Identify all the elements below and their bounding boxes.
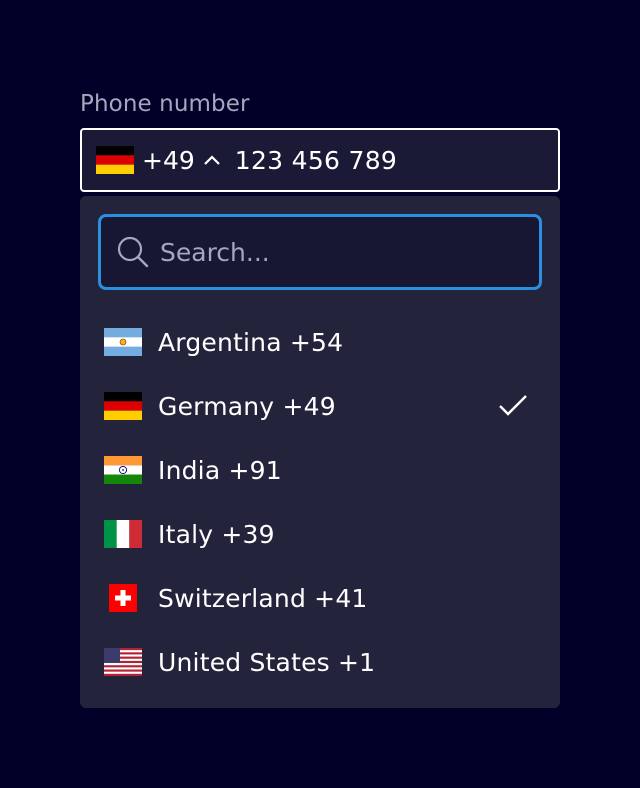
search-input[interactable] xyxy=(160,232,539,272)
search-icon xyxy=(116,235,150,269)
italy-flag xyxy=(104,520,142,548)
country-dropdown: Argentina +54 Germany +49 India +91 xyxy=(80,196,560,708)
country-option-label: United States +1 xyxy=(158,647,376,677)
country-option-united-states[interactable]: United States +1 xyxy=(80,630,560,694)
united-states-flag xyxy=(104,648,142,676)
argentina-flag xyxy=(104,328,142,356)
germany-flag xyxy=(104,392,142,420)
phone-number-input[interactable]: 123 456 789 xyxy=(235,146,397,175)
india-flag xyxy=(104,456,142,484)
germany-flag[interactable] xyxy=(96,146,134,174)
country-option-label: Switzerland +41 xyxy=(158,583,368,613)
phone-number-widget: Phone number +49 123 456 789 Argentina +… xyxy=(80,88,560,708)
phone-number-label: Phone number xyxy=(80,91,250,117)
country-option-label: Argentina +54 xyxy=(158,327,344,357)
search-box[interactable] xyxy=(98,214,542,290)
country-option-label: Italy +39 xyxy=(158,519,275,549)
switzerland-flag xyxy=(104,584,142,612)
country-option-label: India +91 xyxy=(158,455,282,485)
country-code-button[interactable]: +49 xyxy=(142,146,195,175)
country-option-label: Germany +49 xyxy=(158,391,336,421)
phone-number-field[interactable]: +49 123 456 789 xyxy=(80,128,560,192)
checkmark-icon xyxy=(498,394,528,418)
chevron-up-icon[interactable] xyxy=(203,153,221,167)
country-list: Argentina +54 Germany +49 India +91 Ital… xyxy=(80,310,560,694)
country-option-germany[interactable]: Germany +49 xyxy=(80,374,560,438)
country-option-switzerland[interactable]: Switzerland +41 xyxy=(80,566,560,630)
country-option-italy[interactable]: Italy +39 xyxy=(80,502,560,566)
country-option-argentina[interactable]: Argentina +54 xyxy=(80,310,560,374)
country-option-india[interactable]: India +91 xyxy=(80,438,560,502)
